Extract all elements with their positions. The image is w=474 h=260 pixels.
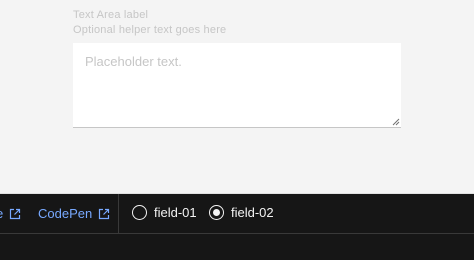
- resize-handle-icon[interactable]: [392, 118, 400, 126]
- radio-field-02-label: field-02: [231, 205, 274, 220]
- docs-link-label: e: [0, 206, 3, 221]
- component-preview: Text Area label Optional helper text goe…: [0, 0, 474, 181]
- external-link-icon: [98, 208, 110, 220]
- codepen-link-label: CodePen: [38, 206, 93, 221]
- text-area-input[interactable]: [73, 43, 401, 128]
- radio-field-02[interactable]: field-02: [209, 205, 274, 220]
- preview-footer-band: [0, 181, 474, 194]
- external-link-icon: [9, 208, 21, 220]
- radio-unchecked-icon[interactable]: [132, 205, 147, 220]
- radio-selected-dot: [213, 209, 220, 216]
- toolbar-lower-area: [0, 233, 474, 260]
- radio-field-01-label: field-01: [154, 205, 197, 220]
- radio-field-01[interactable]: field-01: [132, 205, 197, 220]
- docs-link[interactable]: e: [0, 206, 21, 221]
- radio-checked-icon[interactable]: [209, 205, 224, 220]
- toolbar: e CodePen field-01 field-02: [0, 194, 474, 233]
- toolbar-divider: [118, 194, 119, 233]
- text-area-helper-text: Optional helper text goes here: [73, 24, 227, 36]
- codepen-link[interactable]: CodePen: [38, 206, 110, 221]
- text-area-label: Text Area label: [73, 9, 149, 21]
